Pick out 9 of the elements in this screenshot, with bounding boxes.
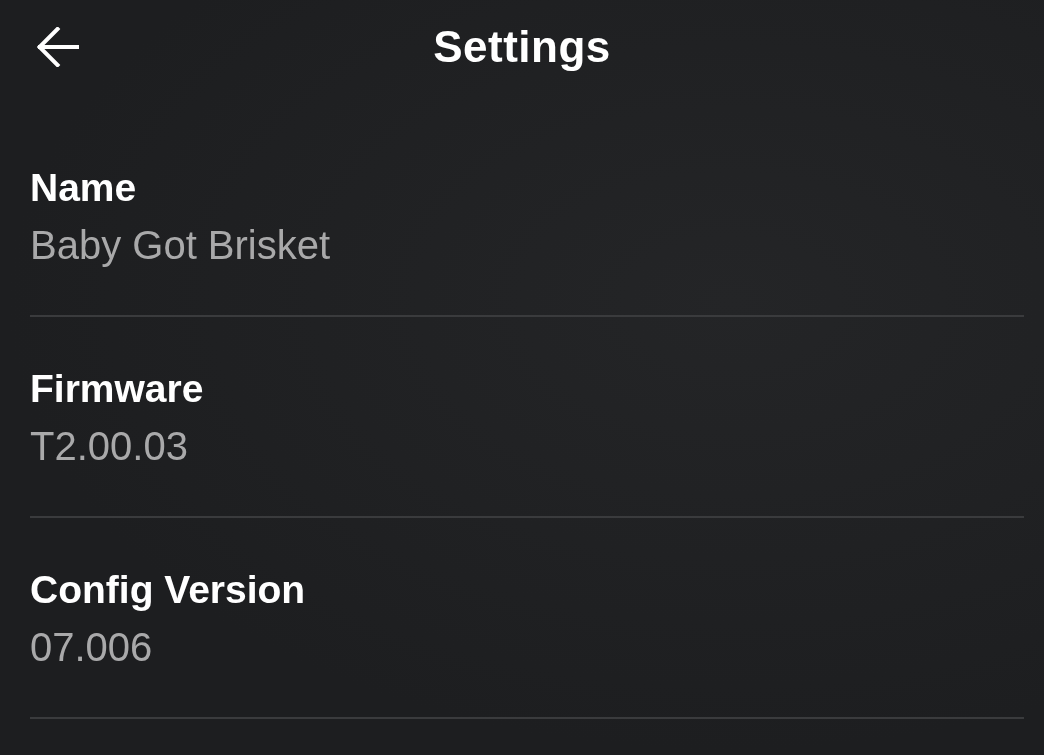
- page-title: Settings: [433, 22, 611, 72]
- setting-value: 07.006: [30, 624, 153, 670]
- setting-label: Firmware: [30, 366, 204, 412]
- back-arrow-icon: [37, 27, 79, 67]
- setting-value: T2.00.03: [30, 423, 188, 469]
- setting-label: Name: [30, 165, 137, 211]
- setting-label: Config Version: [30, 567, 306, 613]
- setting-value: Baby Got Brisket: [30, 222, 331, 268]
- back-button[interactable]: [34, 24, 82, 70]
